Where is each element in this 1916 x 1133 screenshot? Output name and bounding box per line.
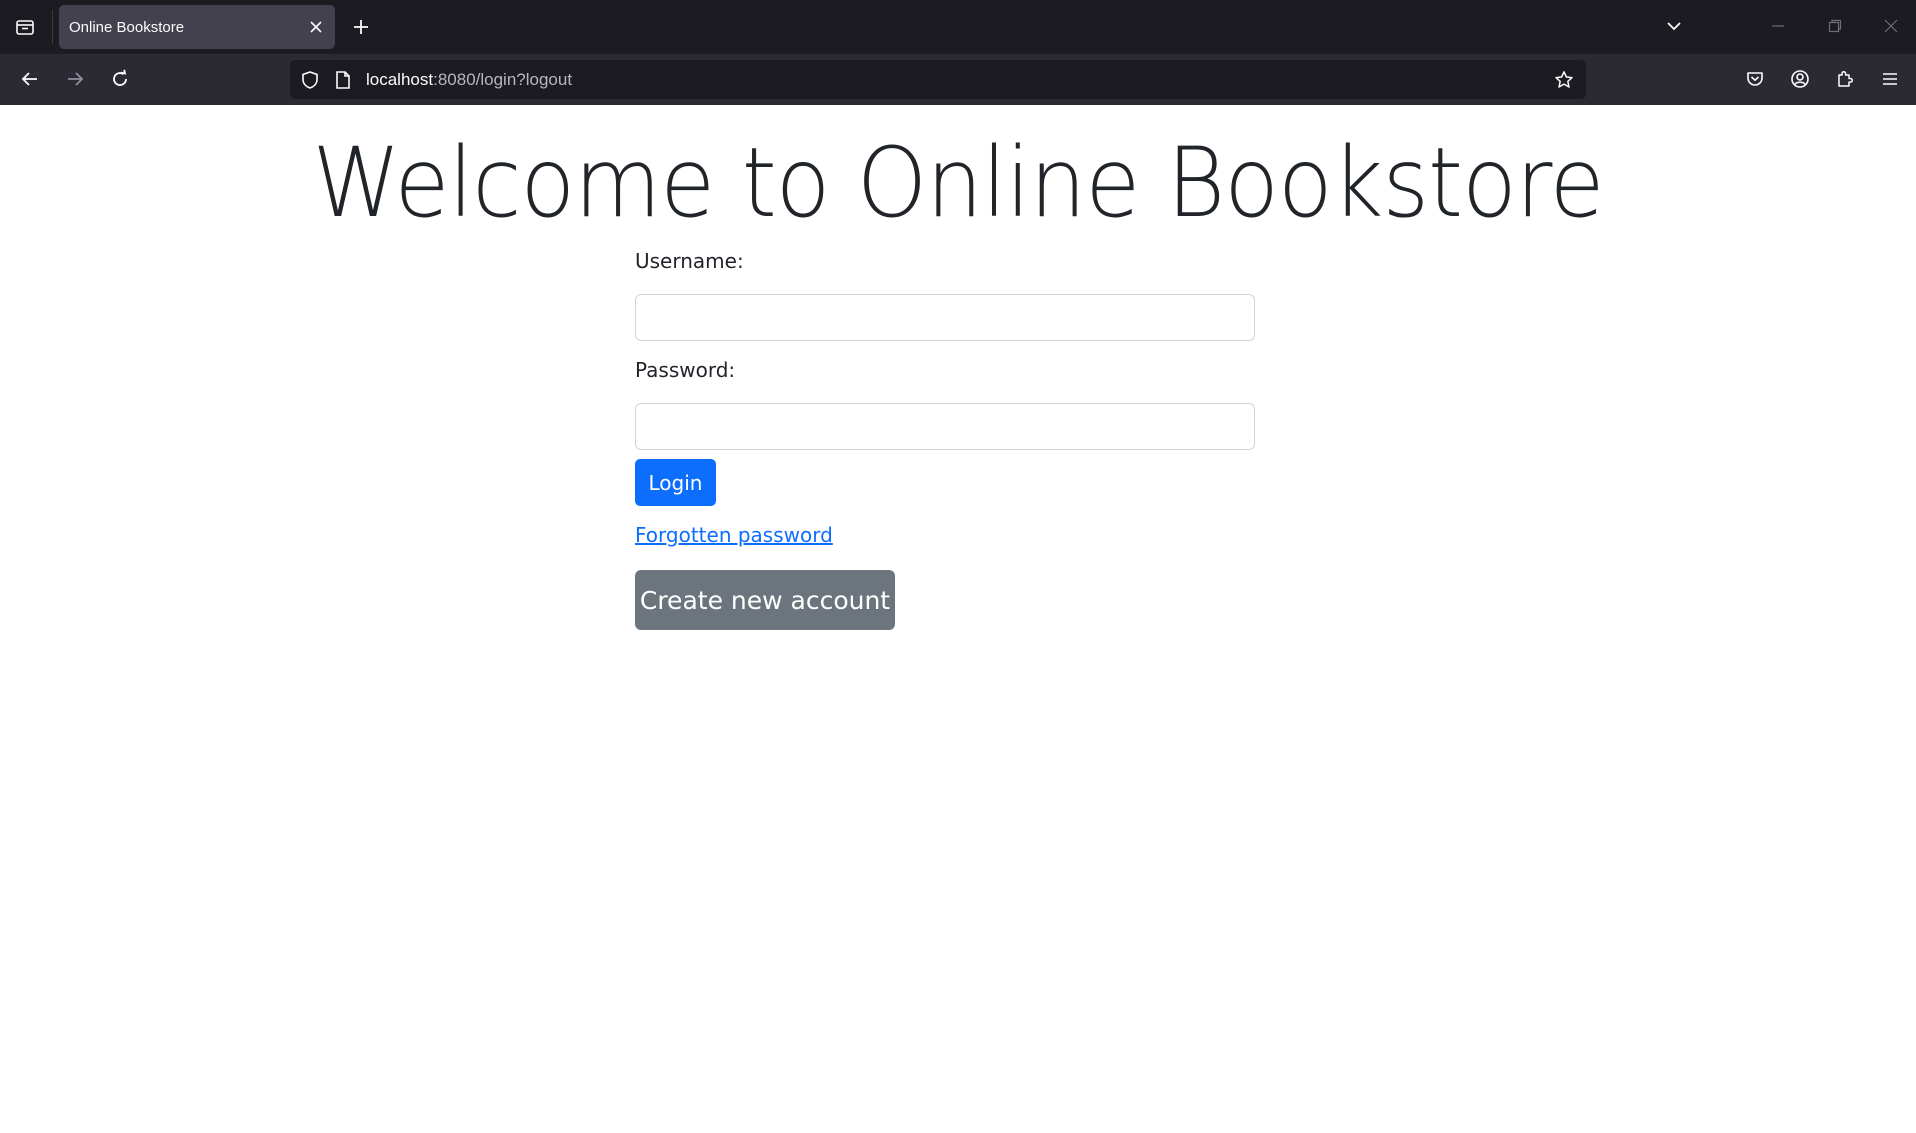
password-label: Password: (635, 358, 736, 382)
pocket-button[interactable] (1737, 62, 1773, 96)
browser-tab-bar: Online Bookstore (0, 0, 1916, 54)
arrow-right-icon (68, 72, 84, 86)
username-label: Username: (635, 249, 744, 273)
forward-button[interactable] (57, 62, 93, 96)
address-bar[interactable]: localhost:8080/login?logout (290, 60, 1586, 99)
page-title: Welcome to Online Bookstore (312, 127, 1604, 239)
plus-icon (354, 20, 368, 34)
star-icon (1555, 71, 1573, 88)
create-account-button[interactable]: Create new account (635, 570, 895, 630)
minimize-icon (1772, 25, 1784, 27)
restore-window-button[interactable] (1813, 8, 1857, 44)
arrow-left-icon (21, 72, 37, 86)
page-content: Welcome to Online Bookstore Username: Pa… (0, 105, 1916, 1133)
close-window-icon (1884, 19, 1898, 33)
app-menu-button[interactable] (1872, 62, 1908, 96)
extensions-button[interactable] (1827, 62, 1863, 96)
tab-separator (52, 10, 53, 44)
back-button[interactable] (12, 62, 48, 96)
browser-toolbar: localhost:8080/login?logout (0, 54, 1916, 105)
puzzle-icon (1838, 70, 1854, 87)
page-info-icon[interactable] (331, 68, 355, 92)
restore-icon (1828, 19, 1842, 33)
tab-close-button[interactable] (305, 16, 327, 38)
firefox-view-button[interactable] (8, 10, 42, 44)
close-icon (310, 21, 322, 33)
tab-title: Online Bookstore (69, 18, 185, 36)
firefox-view-icon (16, 20, 34, 35)
url-path: :8080/login?logout (433, 70, 573, 89)
shield-icon (302, 71, 318, 89)
page-icon (336, 71, 350, 89)
chevron-down-icon (1667, 22, 1681, 31)
login-button[interactable]: Login (635, 459, 716, 506)
close-window-button[interactable] (1869, 8, 1913, 44)
hamburger-menu-icon (1883, 73, 1897, 85)
tracking-protection-icon[interactable] (298, 68, 322, 92)
tab-online-bookstore[interactable]: Online Bookstore (59, 5, 335, 49)
forgotten-password-link[interactable]: Forgotten password (635, 522, 1255, 548)
username-input[interactable] (635, 294, 1255, 341)
pocket-icon (1747, 72, 1763, 86)
new-tab-button[interactable] (346, 10, 376, 44)
minimize-window-button[interactable] (1756, 8, 1800, 44)
login-form: Username: Password: Login Forgotten pass… (635, 248, 1255, 630)
reload-icon (113, 69, 127, 86)
list-all-tabs-button[interactable] (1658, 10, 1690, 42)
reload-button[interactable] (102, 62, 138, 96)
password-input[interactable] (635, 403, 1255, 450)
account-icon (1791, 70, 1809, 88)
account-button[interactable] (1782, 62, 1818, 96)
url-text[interactable]: localhost:8080/login?logout (366, 70, 572, 90)
url-host: localhost (366, 70, 434, 89)
bookmark-star-button[interactable] (1552, 68, 1576, 92)
